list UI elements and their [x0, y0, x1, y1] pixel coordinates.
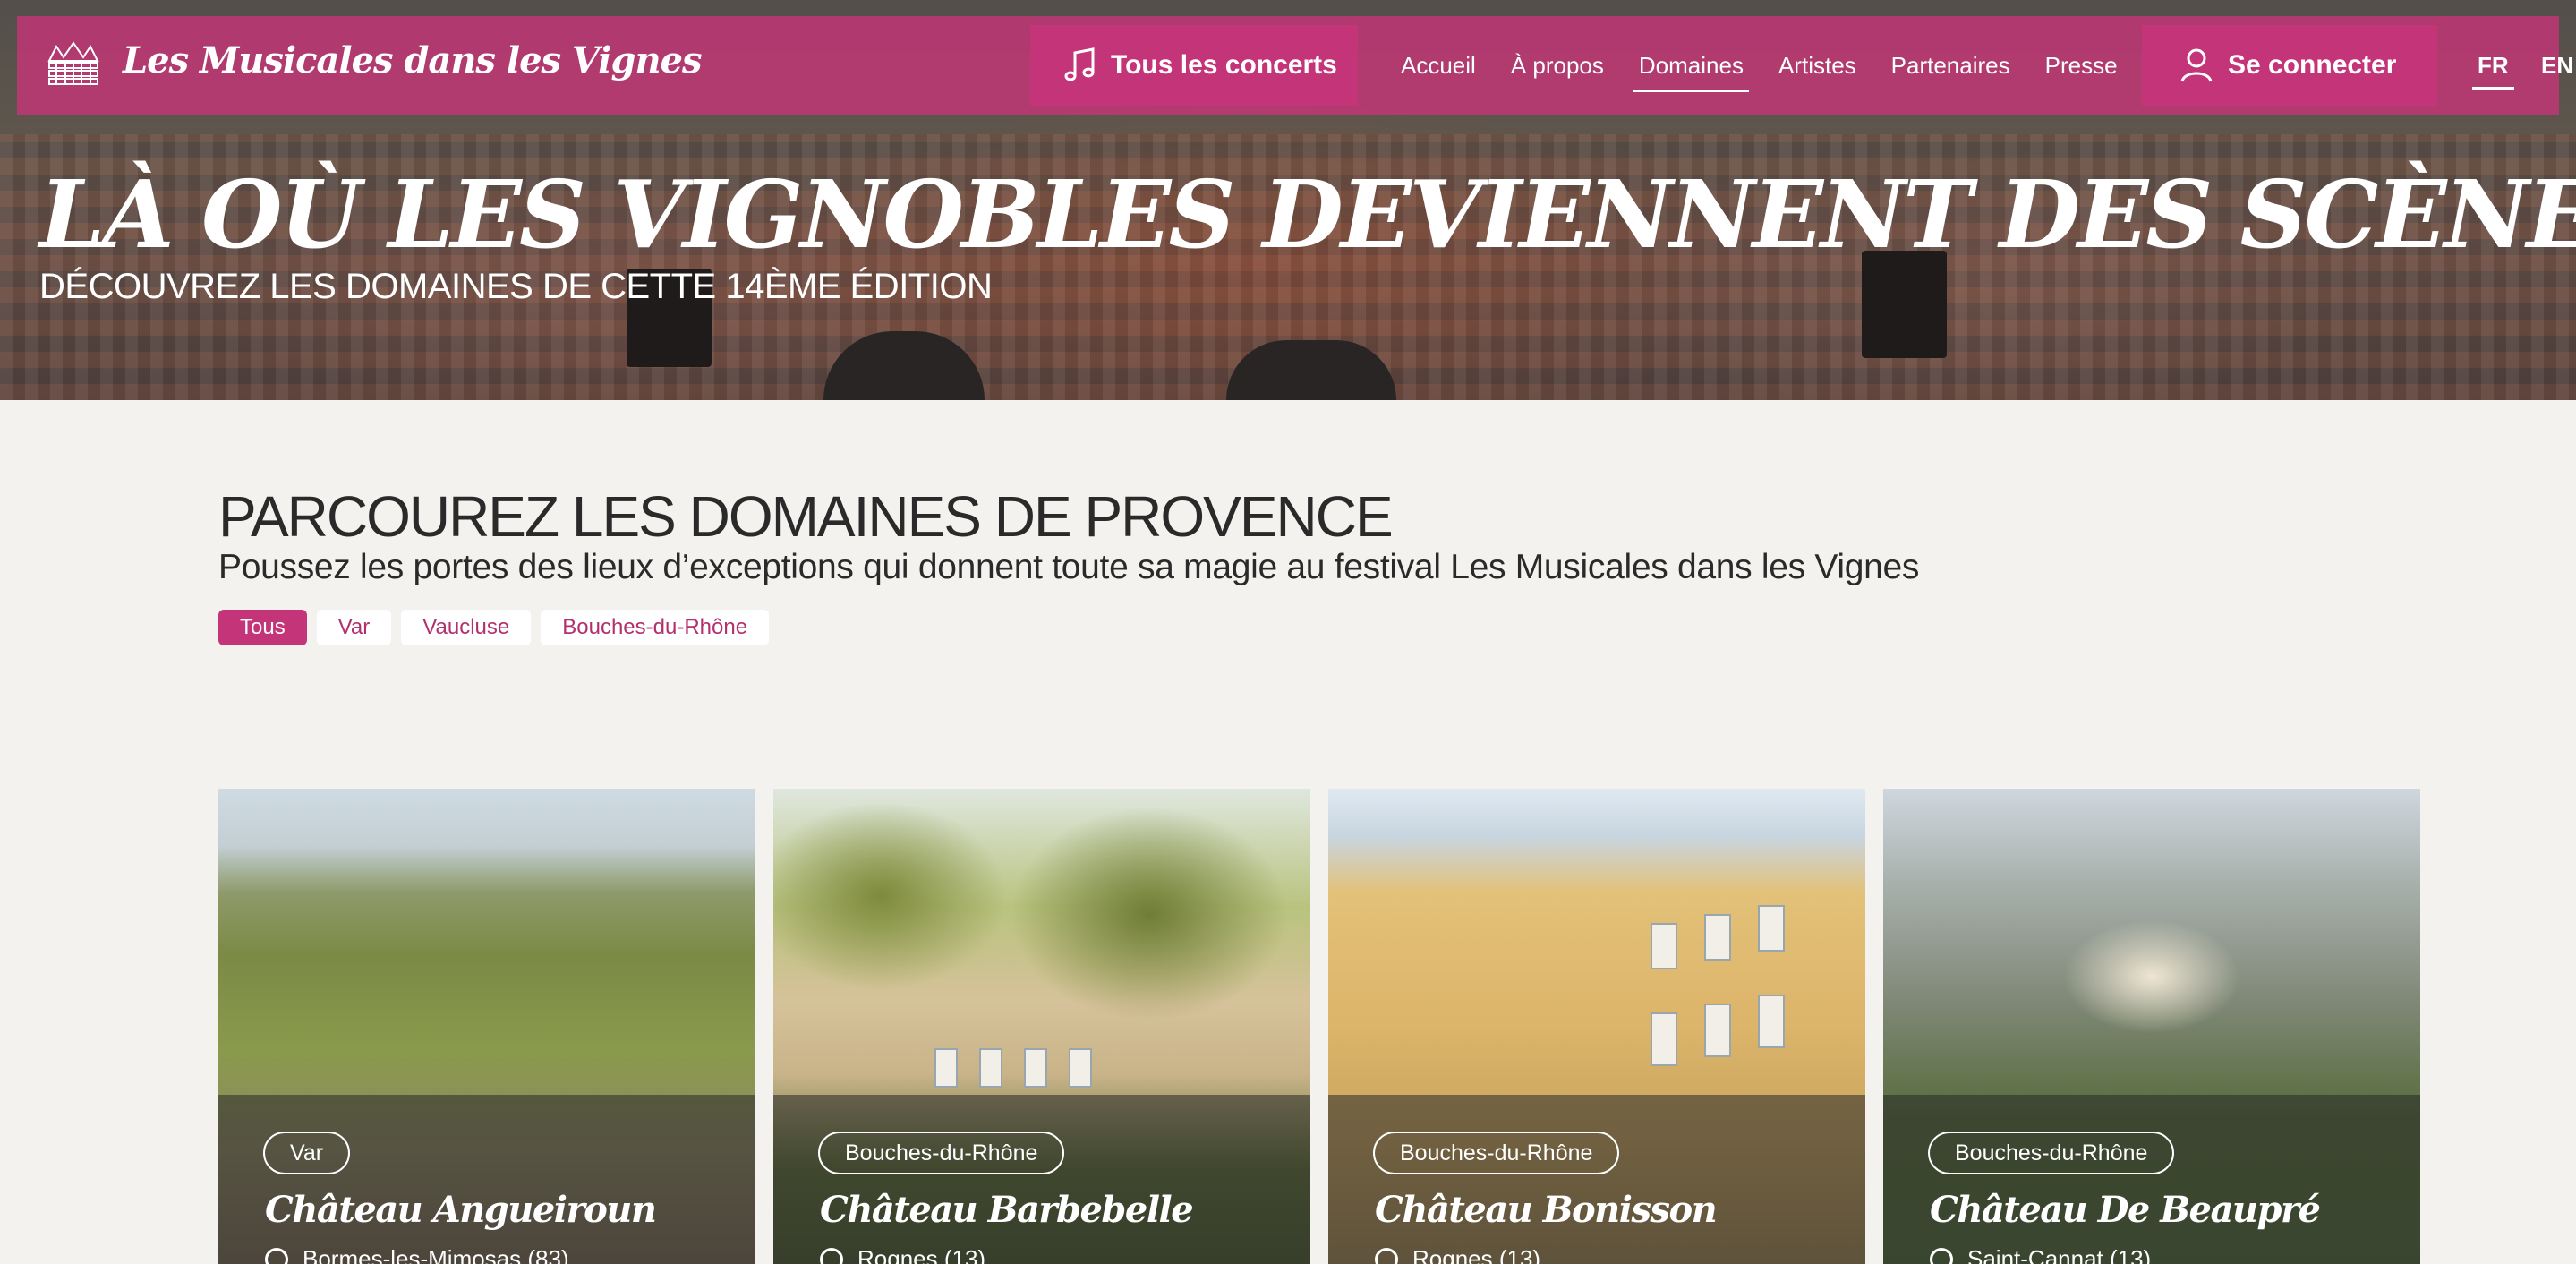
domain-card[interactable]: Bouches-du-Rhône Château Bonisson Rognes…	[1328, 789, 1865, 1264]
card-overlay	[218, 1095, 755, 1264]
login-button[interactable]: Se connecter	[2142, 25, 2437, 106]
card-region-badge: Bouches-du-Rhône	[818, 1132, 1065, 1174]
lang-en[interactable]: EN	[2541, 16, 2573, 115]
card-overlay	[773, 1095, 1310, 1264]
nav-links: Accueil À propos Domaines Artistes Parte…	[1401, 16, 2153, 115]
card-overlay	[1328, 1095, 1865, 1264]
card-location-text: Bormes-les-Mimosas (83)	[303, 1245, 569, 1264]
top-navigation: Les Musicales dans les Vignes Tous les c…	[17, 16, 2573, 115]
lang-fr[interactable]: FR	[2472, 16, 2514, 115]
card-region-badge: Var	[263, 1132, 351, 1174]
building-window	[1651, 923, 1677, 969]
crown-logo-icon[interactable]	[44, 41, 103, 90]
location-pin-icon	[815, 1243, 849, 1264]
section-subtitle: Poussez les portes des lieux d’exception…	[218, 548, 1920, 586]
section-title: PARCOUREZ LES DOMAINES DE PROVENCE	[218, 484, 1394, 549]
card-overlay	[1883, 1095, 2420, 1264]
building-window	[1651, 1012, 1677, 1066]
card-location: Saint-Cannat (13)	[1924, 1243, 2152, 1264]
domain-card[interactable]: Bouches-du-Rhône Château Barbebelle Rogn…	[773, 789, 1310, 1264]
building-window	[1024, 1048, 1047, 1088]
region-filters: Tous Var Vaucluse Bouches-du-Rhône	[218, 610, 770, 645]
building-window	[1758, 905, 1785, 952]
card-region-badge: Bouches-du-Rhône	[1928, 1132, 2175, 1174]
card-location-text: Rognes (13)	[1412, 1245, 1541, 1264]
hero-subtitle: DÉCOUVREZ LES DOMAINES DE CETTE 14ÈME ÉD…	[39, 267, 993, 306]
domain-card[interactable]: Var Château Angueiroun Bormes-les-Mimosa…	[218, 789, 755, 1264]
nav-accueil[interactable]: Accueil	[1401, 52, 1476, 80]
hero-title: LÀ OÙ LES VIGNOBLES DEVIENNENT DES SCÈNE…	[39, 159, 2576, 269]
building-window	[1704, 914, 1731, 961]
card-title: Château Angueiroun	[265, 1189, 657, 1231]
nav-a-propos[interactable]: À propos	[1511, 52, 1604, 80]
filter-bouches-du-rhone[interactable]: Bouches-du-Rhône	[541, 610, 770, 645]
card-region-badge: Bouches-du-Rhône	[1373, 1132, 1620, 1174]
nav-domaines[interactable]: Domaines	[1633, 52, 1750, 92]
card-location-text: Saint-Cannat (13)	[1967, 1245, 2152, 1264]
all-concerts-label: Tous les concerts	[1111, 50, 1337, 80]
filter-var[interactable]: Var	[316, 610, 392, 645]
card-location: Bormes-les-Mimosas (83)	[260, 1243, 569, 1264]
location-pin-icon	[1924, 1243, 1958, 1264]
filter-tous[interactable]: Tous	[218, 610, 307, 645]
card-title: Château Bonisson	[1375, 1189, 1718, 1231]
card-location: Rognes (13)	[815, 1243, 986, 1264]
card-title: Château De Beaupré	[1930, 1189, 2321, 1231]
all-concerts-button[interactable]: Tous les concerts	[1030, 25, 1358, 106]
building-window	[1069, 1048, 1092, 1088]
brand-name[interactable]: Les Musicales dans les Vignes	[123, 39, 703, 81]
nav-presse[interactable]: Presse	[2045, 52, 2118, 80]
building-window	[934, 1048, 958, 1088]
building-window	[1758, 995, 1785, 1048]
card-location: Rognes (13)	[1369, 1243, 1541, 1264]
domain-card[interactable]: Bouches-du-Rhône Château De Beaupré Sain…	[1883, 789, 2420, 1264]
location-pin-icon	[1369, 1243, 1403, 1264]
card-title: Château Barbebelle	[820, 1189, 1194, 1231]
nav-artistes[interactable]: Artistes	[1778, 52, 1856, 80]
login-label: Se connecter	[2228, 50, 2397, 80]
location-pin-icon	[260, 1243, 294, 1264]
filter-vaucluse[interactable]: Vaucluse	[401, 610, 532, 645]
building-window	[979, 1048, 1002, 1088]
card-location-text: Rognes (13)	[857, 1245, 986, 1264]
nav-partenaires[interactable]: Partenaires	[1891, 52, 2010, 80]
user-icon	[2180, 48, 2213, 82]
building-window	[1704, 1004, 1731, 1057]
music-note-icon	[1064, 47, 1095, 81]
